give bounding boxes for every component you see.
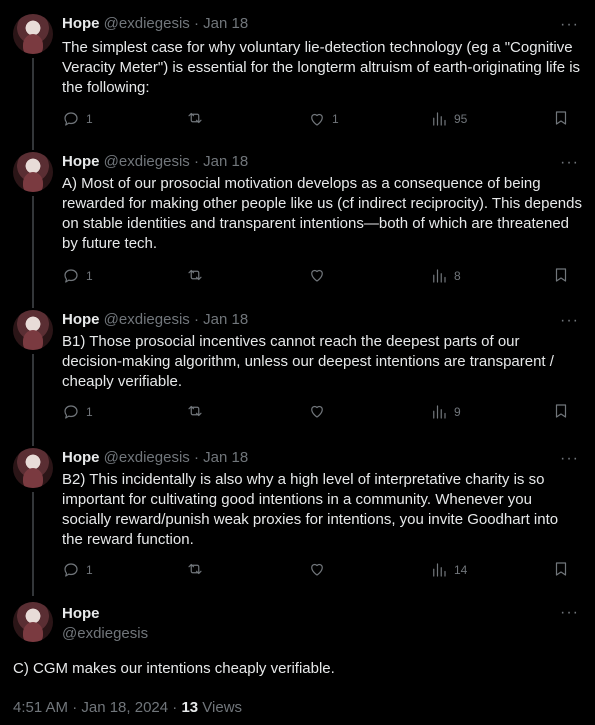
tweet-timestamp[interactable]: 4:51 AM · Jan 18, 2024 · bbox=[13, 699, 181, 716]
views-chart-icon bbox=[433, 269, 446, 283]
author-handle[interactable]: @exdiegesis bbox=[62, 624, 148, 644]
tweet-text: C) CGM makes our intentions cheaply veri… bbox=[13, 660, 335, 677]
author-name[interactable]: Hope bbox=[62, 15, 100, 32]
tweet-date[interactable]: Jan 18 bbox=[203, 449, 248, 466]
views-label: Views bbox=[198, 699, 243, 716]
bookmark-button[interactable] bbox=[552, 402, 570, 420]
more-dots-icon[interactable]: ··· bbox=[560, 155, 579, 171]
tweet-actions: 1 14 bbox=[62, 560, 582, 580]
like-count: 1 bbox=[332, 112, 339, 126]
tweet-text: B2) This incidentally is also why a high… bbox=[62, 471, 559, 548]
separator: · bbox=[193, 153, 199, 170]
author-handle[interactable]: @exdiegesis bbox=[104, 311, 190, 328]
tweet[interactable]: Hope @exdiegesis · Jan 18 ··· B2) This i… bbox=[0, 436, 595, 596]
retweet-button[interactable] bbox=[186, 560, 210, 578]
more-dots-icon[interactable]: ··· bbox=[560, 17, 579, 33]
tweet-actions: 1 8 bbox=[62, 266, 582, 286]
bookmark-icon bbox=[555, 562, 567, 576]
reply-count: 1 bbox=[86, 112, 93, 126]
avatar[interactable] bbox=[13, 448, 53, 488]
reply-button[interactable]: 1 bbox=[62, 266, 93, 286]
tweet-actions: 1 1 95 bbox=[62, 109, 582, 129]
tweet-header: Hope @exdiegesis · Jan 18 bbox=[62, 310, 248, 330]
reply-button[interactable]: 1 bbox=[62, 109, 93, 129]
views-count: 13 bbox=[181, 699, 199, 716]
bookmark-icon bbox=[555, 111, 567, 125]
more-dots-icon[interactable]: ··· bbox=[560, 313, 579, 329]
separator: · bbox=[193, 311, 199, 328]
views-button[interactable]: 95 bbox=[430, 109, 467, 129]
retweet-button[interactable] bbox=[186, 109, 210, 127]
tweet-footer: 4:51 AM · Jan 18, 2024 · 13 Views bbox=[13, 698, 242, 718]
tweet-date[interactable]: Jan 18 bbox=[203, 311, 248, 328]
bookmark-icon bbox=[555, 268, 567, 282]
views-button[interactable]: 8 bbox=[430, 266, 461, 286]
tweet-text: A) Most of our prosocial motivation deve… bbox=[62, 175, 582, 252]
author-handle[interactable]: @exdiegesis bbox=[104, 449, 190, 466]
author-name[interactable]: Hope bbox=[62, 153, 100, 170]
reply-icon bbox=[64, 112, 78, 126]
bookmark-button[interactable] bbox=[552, 560, 570, 578]
like-button[interactable]: 1 bbox=[308, 109, 339, 129]
tweet-actions: 1 9 bbox=[62, 402, 582, 422]
views-count: 9 bbox=[454, 405, 461, 419]
author-name[interactable]: Hope bbox=[62, 604, 100, 624]
separator: · bbox=[193, 449, 199, 466]
views-chart-icon bbox=[433, 405, 446, 419]
tweet[interactable]: Hope @exdiegesis · Jan 18 ··· The simple… bbox=[0, 0, 595, 140]
heart-icon bbox=[311, 405, 323, 418]
bookmark-button[interactable] bbox=[552, 109, 570, 127]
reply-icon bbox=[64, 405, 78, 419]
like-button[interactable] bbox=[308, 402, 332, 420]
tweet-header: Hope @exdiegesis · Jan 18 bbox=[62, 448, 248, 468]
tweet-text: The simplest case for why voluntary lie-… bbox=[62, 39, 581, 96]
heart-icon bbox=[311, 563, 323, 576]
avatar[interactable] bbox=[13, 152, 53, 192]
tweet-date[interactable]: Jan 18 bbox=[203, 153, 248, 170]
tweet-header: Hope @exdiegesis · Jan 18 bbox=[62, 14, 248, 34]
tweet-text: B1) Those prosocial incentives cannot re… bbox=[62, 333, 554, 390]
retweet-icon bbox=[188, 563, 202, 575]
retweet-button[interactable] bbox=[186, 266, 210, 284]
views-button[interactable]: 14 bbox=[430, 560, 467, 580]
views-count: 14 bbox=[454, 563, 468, 577]
bookmark-button[interactable] bbox=[552, 266, 570, 284]
avatar[interactable] bbox=[13, 310, 53, 350]
retweet-button[interactable] bbox=[186, 402, 210, 420]
views-chart-icon bbox=[433, 112, 446, 126]
reply-count: 1 bbox=[86, 563, 93, 577]
avatar[interactable] bbox=[13, 14, 53, 54]
heart-icon bbox=[311, 269, 323, 282]
author-handle[interactable]: @exdiegesis bbox=[104, 153, 190, 170]
tweet-date[interactable]: Jan 18 bbox=[203, 15, 248, 32]
tweet[interactable]: Hope @exdiegesis · Jan 18 ··· A) Most of… bbox=[0, 140, 595, 298]
author-handle[interactable]: @exdiegesis bbox=[104, 15, 190, 32]
reply-icon bbox=[64, 269, 78, 283]
reply-count: 1 bbox=[86, 269, 93, 283]
like-button[interactable] bbox=[308, 560, 332, 578]
retweet-icon bbox=[188, 269, 202, 281]
author-name[interactable]: Hope bbox=[62, 311, 100, 328]
heart-icon bbox=[311, 113, 323, 126]
separator: · bbox=[193, 15, 199, 32]
more-dots-icon[interactable]: ··· bbox=[560, 605, 579, 621]
tweet[interactable]: Hope @exdiegesis · Jan 18 ··· B1) Those … bbox=[0, 298, 595, 436]
reply-button[interactable]: 1 bbox=[62, 402, 93, 422]
views-chart-icon bbox=[433, 563, 446, 577]
like-button[interactable] bbox=[308, 266, 332, 284]
author-name[interactable]: Hope bbox=[62, 449, 100, 466]
tweet-header: Hope @exdiegesis · Jan 18 bbox=[62, 152, 248, 172]
reply-count: 1 bbox=[86, 405, 93, 419]
avatar[interactable] bbox=[13, 602, 53, 642]
retweet-icon bbox=[188, 405, 202, 417]
views-count: 8 bbox=[454, 269, 461, 283]
reply-button[interactable]: 1 bbox=[62, 560, 93, 580]
retweet-icon bbox=[188, 112, 202, 124]
bookmark-icon bbox=[555, 404, 567, 418]
views-button[interactable]: 9 bbox=[430, 402, 461, 422]
reply-icon bbox=[64, 563, 78, 577]
views-count: 95 bbox=[454, 112, 468, 126]
more-dots-icon[interactable]: ··· bbox=[560, 451, 579, 467]
